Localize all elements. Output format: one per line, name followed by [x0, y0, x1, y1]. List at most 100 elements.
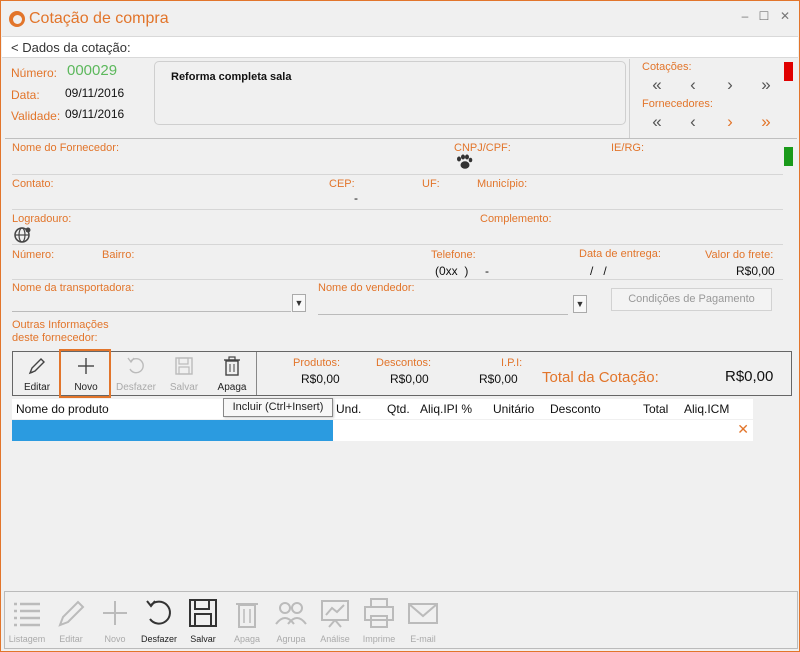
cotacao-first-button[interactable]: «	[647, 76, 667, 94]
cep-value[interactable]: -	[354, 191, 358, 205]
salvar-label: Salvar	[190, 634, 216, 644]
plus-icon	[93, 596, 137, 634]
agrupa-label: Agrupa	[276, 634, 306, 644]
col-total[interactable]: Total	[643, 402, 668, 416]
status-flag-red	[784, 62, 793, 81]
apaga-label: Apaga	[233, 634, 261, 644]
fornecedor-prev-button[interactable]: ‹	[683, 113, 703, 131]
apaga-button[interactable]: Apaga	[225, 596, 269, 644]
condicoes-pagamento-button[interactable]: Condições de Pagamento	[611, 288, 772, 311]
trash-icon	[225, 596, 269, 634]
analise-label: Análise	[320, 634, 350, 644]
cep-label: CEP:	[329, 178, 355, 190]
delete-row-icon[interactable]: ✕	[737, 421, 749, 438]
listagem-button[interactable]: Listagem	[5, 596, 49, 644]
printer-icon	[357, 596, 401, 634]
bairro-label: Bairro:	[102, 249, 135, 261]
validade-label: Validade:	[11, 109, 61, 123]
col-unitario[interactable]: Unitário	[493, 402, 534, 416]
selected-cell[interactable]	[12, 420, 333, 441]
editar-button[interactable]: Editar	[49, 596, 93, 644]
bottom-toolbar: Listagem Editar Novo Desfazer Salvar Apa…	[4, 591, 798, 649]
validade-value[interactable]: 09/11/2016	[65, 107, 124, 121]
toolbar-divider	[256, 352, 257, 395]
imprime-label: Imprime	[362, 634, 396, 644]
globe-location-icon[interactable]	[14, 226, 32, 244]
maximize-button[interactable]: ☐	[756, 9, 772, 23]
col-nome-produto[interactable]: Nome do produto	[16, 402, 109, 416]
desfazer-item-label: Desfazer	[115, 382, 156, 393]
desfazer-item-button[interactable]: Desfazer	[113, 352, 159, 395]
telefone-label: Telefone:	[431, 249, 476, 261]
editar-item-button[interactable]: Editar	[17, 352, 57, 395]
contato-label: Contato:	[12, 178, 54, 190]
transportadora-underline	[12, 311, 291, 312]
section-header-label: < Dados da cotação:	[11, 40, 131, 55]
header-divider	[5, 138, 797, 139]
table-row[interactable]: ✕	[12, 420, 753, 441]
trash-icon	[211, 352, 253, 380]
fornecedor-last-button[interactable]: »	[756, 113, 776, 131]
frete-value[interactable]: R$0,00	[736, 264, 775, 278]
municipio-label: Município:	[477, 178, 528, 190]
vendedor-dropdown-button[interactable]: ▼	[573, 295, 587, 313]
app-logo-icon	[9, 11, 25, 27]
row-divider	[12, 174, 783, 175]
email-button[interactable]: E-mail	[401, 596, 445, 644]
salvar-item-button[interactable]: Salvar	[163, 352, 205, 395]
pencil-icon	[17, 352, 57, 380]
outras-info-label-1: Outras Informações	[12, 319, 109, 331]
imprime-button[interactable]: Imprime	[357, 596, 401, 644]
minimize-button[interactable]: –	[737, 9, 753, 23]
col-desconto[interactable]: Desconto	[550, 402, 601, 416]
logradouro-label: Logradouro:	[12, 213, 72, 225]
uf-label: UF:	[422, 178, 440, 190]
desfazer-button[interactable]: Desfazer	[137, 596, 181, 644]
fornecedores-label: Fornecedores:	[642, 98, 713, 110]
fornecedor-next-button[interactable]: ›	[720, 113, 740, 131]
editar-label: Editar	[59, 634, 83, 644]
section-header[interactable]: < Dados da cotação:	[2, 36, 798, 58]
description-box[interactable]: Reforma completa sala	[154, 61, 626, 125]
undo-icon	[113, 352, 159, 380]
chart-board-icon	[313, 596, 357, 634]
paw-search-icon[interactable]	[455, 154, 473, 170]
row-divider	[12, 209, 783, 210]
fornecedor-first-button[interactable]: «	[647, 113, 667, 131]
col-aliq-icm[interactable]: Aliq.ICM	[684, 402, 729, 416]
undo-icon	[137, 596, 181, 634]
analise-button[interactable]: Análise	[313, 596, 357, 644]
telefone-value[interactable]: (0xx ) -	[435, 264, 489, 278]
cotacao-last-button[interactable]: »	[756, 76, 776, 94]
vendedor-label: Nome do vendedor:	[318, 282, 415, 294]
frete-label: Valor do frete:	[705, 249, 774, 261]
row-divider	[12, 244, 783, 245]
descontos-value: R$0,00	[390, 372, 429, 386]
cotacao-next-button[interactable]: ›	[720, 76, 740, 94]
col-qtd[interactable]: Qtd.	[387, 402, 410, 416]
grid-header: Nome do produto Und. Qtd. Aliq.IPI % Uni…	[12, 399, 753, 419]
tooltip: Incluir (Ctrl+Insert)	[223, 398, 333, 417]
col-und[interactable]: Und.	[336, 402, 361, 416]
numero-label: Número:	[11, 66, 58, 80]
ipi-value: R$0,00	[479, 372, 518, 386]
transportadora-dropdown-button[interactable]: ▼	[292, 294, 306, 312]
pencil-icon	[49, 596, 93, 634]
close-button[interactable]: ✕	[777, 9, 793, 23]
row-divider	[12, 279, 783, 280]
total-cotacao-label: Total da Cotação:	[542, 369, 659, 386]
novo-label: Novo	[104, 634, 126, 644]
outras-info-label-2: deste fornecedor:	[12, 332, 98, 344]
col-aliq-ipi[interactable]: Aliq.IPI %	[420, 402, 472, 416]
data-value[interactable]: 09/11/2016	[65, 86, 124, 100]
novo-button[interactable]: Novo	[93, 596, 137, 644]
total-cotacao-value: R$0,00	[725, 368, 774, 385]
cotacao-prev-button[interactable]: ‹	[683, 76, 703, 94]
entrega-label: Data de entrega:	[579, 248, 661, 260]
agrupa-button[interactable]: Agrupa	[269, 596, 313, 644]
desfazer-label: Desfazer	[140, 634, 177, 644]
nome-fornecedor-label: Nome do Fornecedor:	[12, 142, 119, 154]
entrega-value[interactable]: / /	[590, 264, 607, 278]
salvar-button[interactable]: Salvar	[181, 596, 225, 644]
apaga-item-button[interactable]: Apaga	[211, 352, 253, 395]
